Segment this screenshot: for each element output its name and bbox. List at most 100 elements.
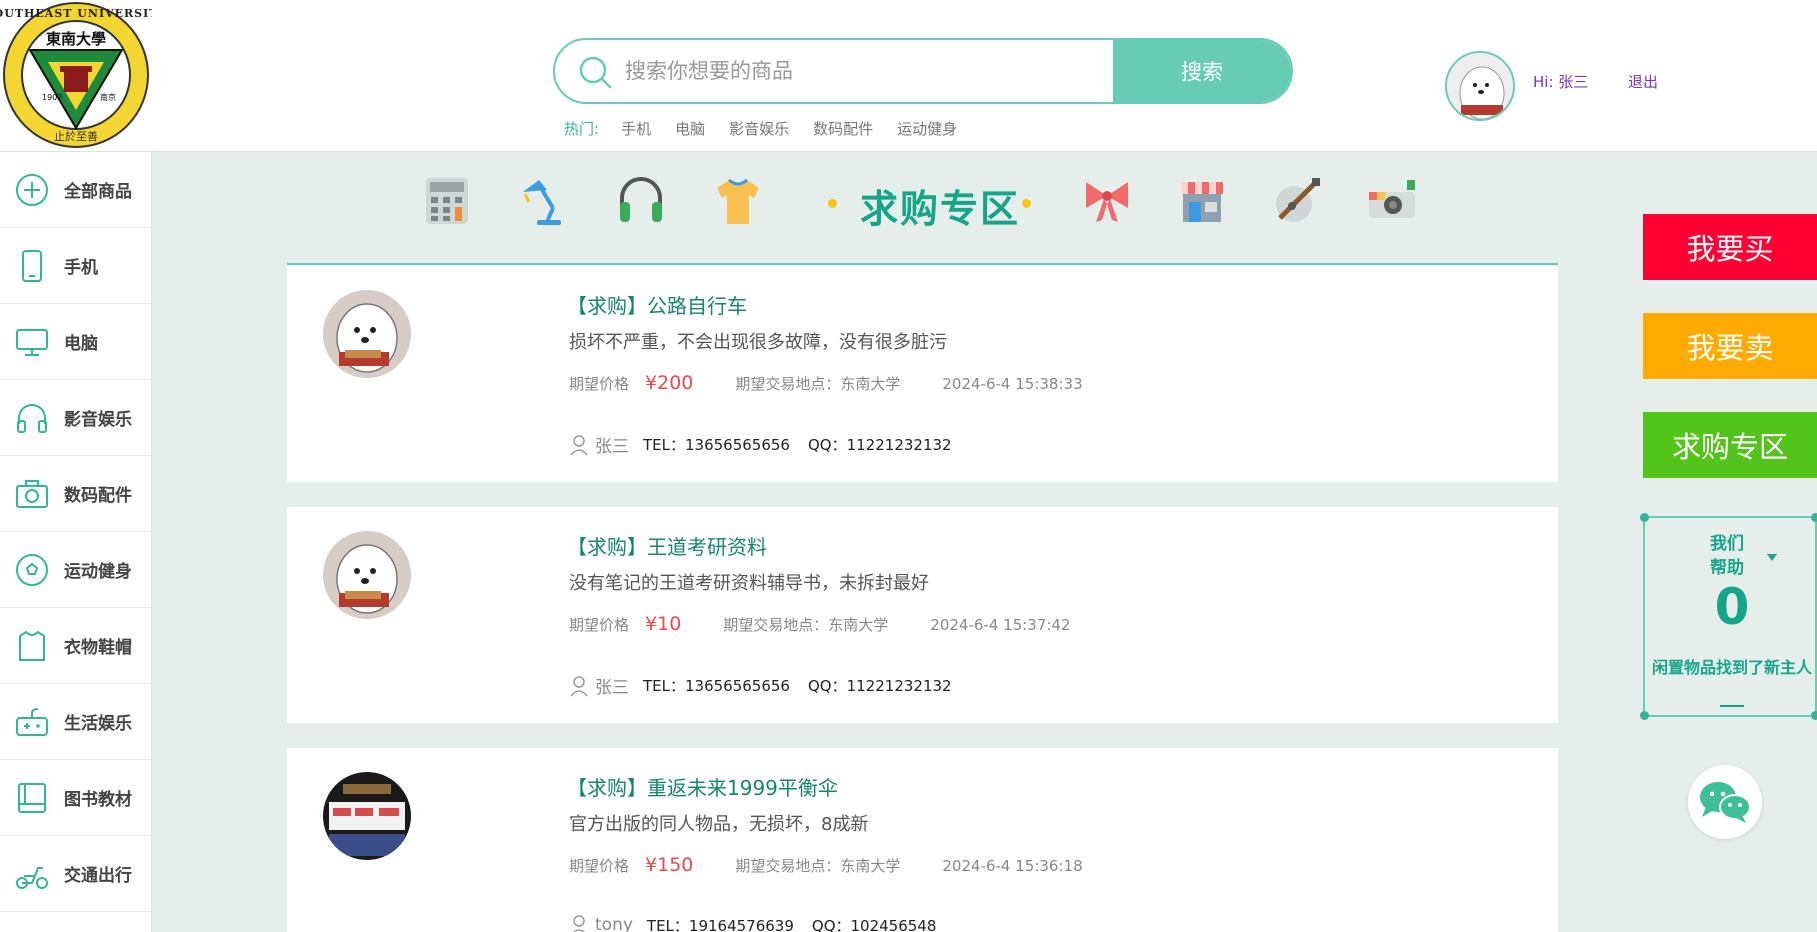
bow-icon[interactable] xyxy=(1080,174,1134,228)
wechat-button[interactable] xyxy=(1688,765,1762,839)
sidebar-item-label: 影音娱乐 xyxy=(64,410,132,430)
headphones-icon xyxy=(17,403,47,433)
help-counter-box: 我们帮助 0 闲置物品找到了新主人 xyxy=(1640,513,1817,720)
help-count: 0 xyxy=(1714,578,1750,636)
sidebar-item-label: 电脑 xyxy=(64,334,98,354)
sidebar-item-label: 交通出行 xyxy=(64,866,132,886)
sidebar-item-label: 数码配件 xyxy=(64,486,132,506)
listing-time: 2024-6-4 15:38:33 xyxy=(942,375,1083,393)
hot-item-sports[interactable]: 运动健身 xyxy=(897,118,957,139)
listing-meta: 期望价格 ¥200 期望交易地点：东南大学 2024-6-4 15:38:33 xyxy=(569,372,1083,394)
header: 東南大學 1902 南京 止於至善 SOUTHEAST UNIVERSITY 搜… xyxy=(0,0,1817,152)
listing-address: 期望交易地点：东南大学 xyxy=(735,375,901,393)
desk-lamp-icon[interactable] xyxy=(517,174,571,228)
svg-text:東南大學: 東南大學 xyxy=(46,30,106,48)
sidebar-item-label: 运动健身 xyxy=(64,562,132,582)
shirt-icon xyxy=(19,630,45,661)
camera-icon[interactable] xyxy=(1365,174,1419,228)
listing-description: 没有笔记的王道考研资料辅导书，未拆封最好 xyxy=(569,573,929,594)
sidebar-item-all[interactable]: 全部商品 xyxy=(0,152,151,228)
sidebar-item-transport[interactable]: 交通出行 xyxy=(0,836,151,912)
camera-icon xyxy=(16,479,48,508)
listing-address: 期望交易地点：东南大学 xyxy=(723,616,889,634)
shop-icon[interactable] xyxy=(1175,174,1229,228)
svg-text:SOUTHEAST UNIVERSITY: SOUTHEAST UNIVERSITY xyxy=(0,7,152,20)
sidebar-item-digital[interactable]: 数码配件 xyxy=(0,456,151,532)
listing-user: 张三 xyxy=(595,678,629,698)
corner-dot xyxy=(1640,711,1649,720)
listing-title[interactable]: 【求购】重返未来1999平衡伞 xyxy=(567,772,838,801)
monitor-icon xyxy=(16,328,48,356)
listing-tel: TEL：13656565656 xyxy=(643,436,790,454)
listing-title[interactable]: 【求购】公路自行车 xyxy=(567,290,747,319)
zone-title: 求购专区 xyxy=(860,186,1021,231)
sidebar-item-clothing[interactable]: 衣物鞋帽 xyxy=(0,608,151,684)
sidebar-item-sports[interactable]: 运动健身 xyxy=(0,532,151,608)
listing-meta: 期望价格 ¥150 期望交易地点：东南大学 2024-6-4 15:36:18 xyxy=(569,854,1083,876)
sidebar-item-label: 生活娱乐 xyxy=(64,714,132,734)
listing-user: 张三 xyxy=(595,437,629,457)
phone-icon xyxy=(22,249,42,282)
sidebar-item-life[interactable]: 生活娱乐 xyxy=(0,684,151,760)
category-icon-bar: 求购专区 xyxy=(420,168,1440,238)
listing-price: ¥150 xyxy=(645,854,694,876)
zone-dot-left xyxy=(828,199,837,208)
sidebar-item-label: 手机 xyxy=(64,258,98,278)
hot-keywords: 热门: 手机 电脑 影音娱乐 数码配件 运动健身 xyxy=(564,118,981,139)
search-input[interactable] xyxy=(625,40,1065,102)
svg-text:止於至善: 止於至善 xyxy=(54,129,98,143)
wechat-icon xyxy=(1700,782,1751,823)
zone-dot-right xyxy=(1022,199,1031,208)
listing-card[interactable]: 【求购】重返未来1999平衡伞 官方出版的同人物品，无损坏，8成新 期望价格 ¥… xyxy=(287,748,1558,932)
t-shirt-icon[interactable] xyxy=(711,174,765,228)
listing-meta: 期望价格 ¥10 期望交易地点：东南大学 2024-6-4 15:37:42 xyxy=(569,613,1071,635)
headphones-icon[interactable] xyxy=(614,174,668,228)
listing-address: 期望交易地点：东南大学 xyxy=(735,857,901,875)
help-text: 闲置物品找到了新主人 xyxy=(1651,658,1812,677)
listing-card[interactable]: 【求购】公路自行车 损坏不严重，不会出现很多故障，没有很多脏污 期望价格 ¥20… xyxy=(287,266,1558,482)
listing-description: 损坏不严重，不会出现很多故障，没有很多脏污 xyxy=(569,332,947,353)
listing-avatar xyxy=(323,772,411,860)
hot-item-media[interactable]: 影音娱乐 xyxy=(729,118,789,139)
listing-contact: 张三 TEL：13656565656 QQ：11221232132 xyxy=(569,673,952,698)
gamepad-icon xyxy=(16,707,48,736)
calculator-icon[interactable] xyxy=(420,174,474,228)
user-avatar[interactable] xyxy=(1445,51,1515,121)
sidebar-item-computer[interactable]: 电脑 xyxy=(0,304,151,380)
price-label: 期望价格 xyxy=(569,857,630,875)
user-icon xyxy=(570,675,588,696)
logout-link[interactable]: 退出 xyxy=(1628,71,1658,92)
sidebar-item-label: 全部商品 xyxy=(64,182,132,202)
sidebar-item-media[interactable]: 影音娱乐 xyxy=(0,380,151,456)
sidebar-item-label: 图书教材 xyxy=(64,790,132,810)
hot-item-phone[interactable]: 手机 xyxy=(621,118,651,139)
listing-time: 2024-6-4 15:36:18 xyxy=(942,857,1083,875)
listing-title[interactable]: 【求购】王道考研资料 xyxy=(567,531,767,560)
listing-time: 2024-6-4 15:37:42 xyxy=(930,616,1071,634)
listing-avatar xyxy=(323,290,411,378)
guitar-icon[interactable] xyxy=(1270,174,1324,228)
corner-dot xyxy=(1640,513,1649,522)
user-greeting: Hi: 张三 xyxy=(1533,73,1589,91)
category-divider xyxy=(287,263,1558,265)
university-logo[interactable]: 東南大學 1902 南京 止於至善 SOUTHEAST UNIVERSITY xyxy=(0,0,166,150)
sidebar-item-books[interactable]: 图书教材 xyxy=(0,760,151,836)
sidebar-item-label: 衣物鞋帽 xyxy=(64,638,132,658)
corner-dot xyxy=(1811,513,1817,522)
user-icon xyxy=(570,434,588,455)
dropdown-arrow-icon xyxy=(1767,554,1777,561)
sidebar-item-phone[interactable]: 手机 xyxy=(0,228,151,304)
listing-price: ¥10 xyxy=(645,613,682,635)
listing-tel: TEL：19164576639 xyxy=(646,916,794,932)
hot-item-digital[interactable]: 数码配件 xyxy=(813,118,873,139)
user-icon xyxy=(572,915,586,932)
hot-item-computer[interactable]: 电脑 xyxy=(675,118,705,139)
buy-button[interactable]: 我要买 xyxy=(1643,214,1817,280)
listing-avatar xyxy=(323,531,411,619)
sell-button[interactable]: 我要卖 xyxy=(1643,313,1817,379)
wanted-zone-button[interactable]: 求购专区 xyxy=(1643,412,1817,478)
svg-text:1902: 1902 xyxy=(42,93,62,102)
search-button[interactable]: 搜索 xyxy=(1113,40,1291,102)
category-sidebar: 全部商品 手机 电脑 影音娱乐 数码配件 运动健身 衣物鞋帽 生活娱乐 图书教材… xyxy=(0,152,152,932)
listing-card[interactable]: 【求购】王道考研资料 没有笔记的王道考研资料辅导书，未拆封最好 期望价格 ¥10… xyxy=(287,507,1558,723)
